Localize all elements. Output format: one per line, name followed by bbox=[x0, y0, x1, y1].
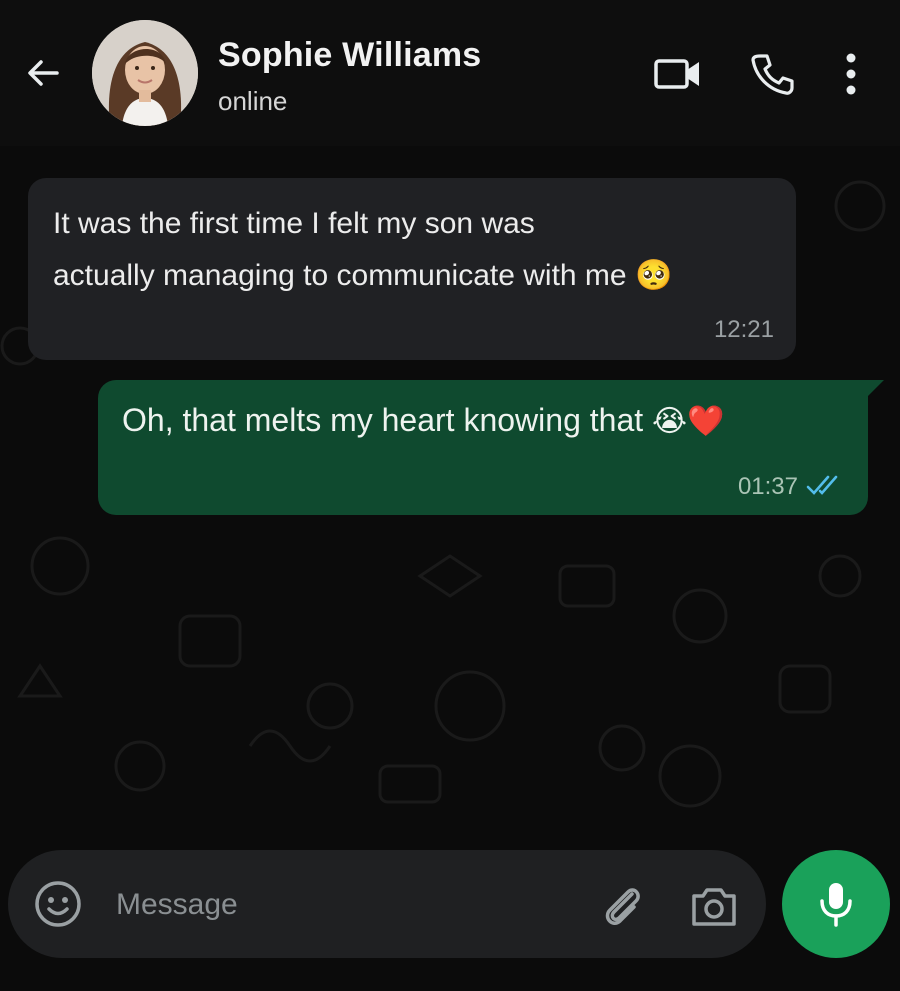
attach-icon bbox=[605, 888, 640, 925]
chat-header: Sophie Williams online bbox=[0, 0, 900, 146]
back-arrow-icon bbox=[28, 60, 59, 86]
voice-message-button[interactable] bbox=[782, 850, 890, 958]
message-line: actually managing to communicate with me… bbox=[53, 250, 783, 302]
more-options-icon bbox=[846, 53, 856, 95]
video-call-icon bbox=[654, 59, 699, 89]
message-line: It was the first time I felt my son was bbox=[53, 207, 535, 240]
mic-icon bbox=[820, 883, 852, 927]
message-line-text: actually managing to communicate with me bbox=[53, 259, 627, 292]
emoji-button[interactable] bbox=[32, 878, 84, 930]
message-input-container[interactable] bbox=[8, 850, 766, 958]
camera-button[interactable] bbox=[688, 880, 740, 932]
composer-bar bbox=[0, 830, 900, 991]
chat-area[interactable]: It was the first time I felt my son was … bbox=[0, 146, 900, 830]
incoming-message[interactable]: It was the first time I felt my son was … bbox=[28, 178, 796, 360]
pleading-face-emoji: 🥺 bbox=[634, 259, 673, 292]
back-button[interactable] bbox=[18, 48, 68, 98]
emoji-icon bbox=[35, 881, 81, 927]
phone-icon bbox=[751, 54, 794, 95]
bubble-tail bbox=[866, 380, 884, 398]
contact-status: online bbox=[218, 86, 288, 116]
message-text: It was the first time I felt my son was … bbox=[53, 198, 783, 302]
attach-button[interactable] bbox=[596, 880, 648, 932]
video-call-button[interactable] bbox=[650, 48, 706, 100]
camera-icon bbox=[692, 888, 736, 926]
message-input[interactable] bbox=[116, 880, 576, 930]
message-line-text: Oh, that melts my heart knowing that bbox=[122, 402, 644, 438]
contact-name[interactable]: Sophie Williams bbox=[218, 36, 481, 75]
message-time: 12:21 bbox=[713, 316, 774, 343]
more-options-button[interactable] bbox=[826, 48, 876, 100]
voice-call-button[interactable] bbox=[744, 48, 800, 100]
read-receipt-icon bbox=[806, 475, 838, 495]
avatar[interactable] bbox=[92, 20, 198, 126]
crying-heart-emoji: 😭❤️ bbox=[652, 405, 725, 438]
outgoing-message[interactable]: Oh, that melts my heart knowing that 😭❤️… bbox=[98, 380, 884, 515]
message-time: 01:37 bbox=[737, 473, 798, 500]
message-text: Oh, that melts my heart knowing that 😭❤️ bbox=[122, 398, 724, 444]
contact-photo bbox=[92, 20, 198, 126]
